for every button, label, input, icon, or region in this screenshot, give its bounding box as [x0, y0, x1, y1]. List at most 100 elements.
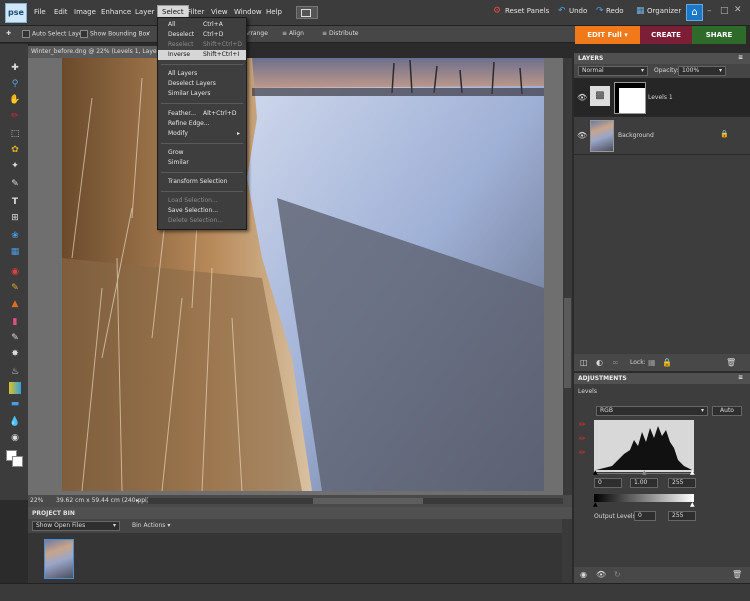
show-highlight-checkbox[interactable]: ✓ — [146, 30, 151, 37]
menu-file[interactable]: File — [34, 8, 46, 16]
blur-tool-icon[interactable]: 💧 — [9, 416, 21, 428]
show-files-select[interactable]: Show Open Files ▾ — [32, 521, 120, 531]
menu-item-feather[interactable]: Feather... Alt+Ctrl+D — [158, 109, 246, 119]
paint-bucket-tool-icon[interactable]: ♨ — [9, 366, 21, 378]
tab-create[interactable]: CREATE — [640, 26, 692, 44]
eyedropper-tool-icon[interactable]: ✏ — [9, 110, 21, 122]
bin-scrollbar[interactable] — [562, 519, 572, 583]
menu-item-all-layers[interactable]: All Layers — [158, 69, 246, 79]
new-layer-icon[interactable]: ◫ — [580, 358, 588, 367]
bounding-box-checkbox[interactable] — [80, 30, 88, 38]
menu-item-grow[interactable]: Grow — [158, 148, 246, 158]
clip-to-layer-icon[interactable]: ◉ — [580, 570, 587, 579]
zoom-level[interactable]: 22% — [30, 497, 43, 504]
lock-all-icon[interactable]: 🔒 — [662, 358, 672, 367]
lock-transparent-icon[interactable]: ▦ — [648, 358, 656, 367]
midtone-slider[interactable]: ▲ — [642, 469, 647, 476]
adjustment-layer-button-icon[interactable]: ◐ — [596, 358, 603, 367]
menu-item-modify[interactable]: Modify ▸ — [158, 129, 246, 139]
adjustments-panel-header[interactable]: ADJUSTMENTS ≡ — [574, 373, 750, 384]
bin-actions-button[interactable]: Bin Actions ▾ — [132, 522, 170, 529]
organizer-button[interactable]: Organizer — [647, 7, 681, 15]
hand-tool-icon[interactable]: ✋ — [9, 94, 21, 106]
document-image[interactable] — [62, 58, 544, 491]
trash-icon[interactable]: 🗑 — [726, 358, 736, 367]
layer-row-background[interactable]: 👁 Background 🔒 — [574, 116, 750, 155]
magic-wand-tool-icon[interactable]: ✦ — [9, 160, 21, 172]
layer-row-levels[interactable]: 👁 ▩ Levels 1 — [574, 78, 750, 117]
black-eyedropper-icon[interactable]: ✏ — [579, 420, 586, 429]
tab-share[interactable]: SHARE — [692, 26, 746, 44]
input-gamma-field[interactable]: 1.00 — [630, 478, 658, 488]
move-tool-icon[interactable]: ✚ — [9, 62, 21, 74]
output-black-field[interactable]: 0 — [634, 511, 656, 521]
white-eyedropper-icon[interactable]: ✏ — [579, 448, 586, 457]
eye-icon[interactable]: 👁 — [577, 131, 587, 140]
straighten-tool-icon[interactable]: ▦ — [9, 246, 21, 258]
h-scrollbar-thumb[interactable] — [313, 498, 423, 504]
panel-menu-icon[interactable]: ≡ — [738, 374, 743, 381]
input-white-field[interactable]: 255 — [668, 478, 696, 488]
type-tool-icon[interactable]: T — [9, 196, 21, 208]
menu-filter[interactable]: Filter — [187, 8, 204, 16]
menu-item-transform-selection[interactable]: Transform Selection — [158, 177, 246, 187]
output-white-slider[interactable]: ▲ — [690, 501, 695, 508]
menu-item-similar-layers[interactable]: Similar Layers — [158, 89, 246, 99]
input-black-field[interactable]: 0 — [594, 478, 622, 488]
smart-brush-tool-icon[interactable]: ✸ — [9, 348, 21, 360]
channel-select[interactable]: RGB ▾ — [596, 406, 708, 416]
output-black-slider[interactable]: ▲ — [593, 501, 598, 508]
lasso-tool-icon[interactable]: ✿ — [9, 144, 21, 156]
panel-menu-icon[interactable]: ≡ — [738, 54, 743, 61]
black-point-slider[interactable]: ▲ — [593, 469, 598, 476]
menu-item-inverse[interactable]: Inverse Shift+Ctrl+I — [158, 50, 246, 60]
menu-help[interactable]: Help — [266, 8, 282, 16]
shape-tool-icon[interactable]: ▬ — [9, 398, 21, 410]
home-button[interactable]: ⌂ — [686, 4, 703, 21]
visibility-icon[interactable]: 👁 — [596, 570, 606, 579]
menu-image[interactable]: Image — [74, 8, 96, 16]
layers-panel-header[interactable]: LAYERS ≡ — [574, 53, 750, 64]
sponge-tool-icon[interactable]: ◉ — [9, 432, 21, 444]
brush-tool-icon[interactable]: ✎ — [9, 332, 21, 344]
clone-stamp-tool-icon[interactable]: ▲ — [9, 298, 21, 310]
gray-eyedropper-icon[interactable]: ✏ — [579, 434, 586, 443]
eye-icon[interactable]: 👁 — [577, 93, 587, 102]
menu-item-deselect-layers[interactable]: Deselect Layers — [158, 79, 246, 89]
reset-panels-button[interactable]: Reset Panels — [505, 7, 549, 15]
menu-edit[interactable]: Edit — [54, 8, 68, 16]
output-white-field[interactable]: 255 — [668, 511, 696, 521]
vertical-scrollbar[interactable] — [563, 58, 572, 495]
cookie-cutter-tool-icon[interactable]: ❀ — [9, 230, 21, 242]
close-icon[interactable]: ✕ — [734, 5, 742, 15]
undo-button[interactable]: Undo — [569, 7, 587, 15]
menu-item-similar[interactable]: Similar — [158, 158, 246, 168]
scrollbar-thumb[interactable] — [564, 298, 571, 388]
trash-icon[interactable]: 🗑 — [732, 570, 742, 579]
layer-mask-thumbnail[interactable] — [614, 82, 646, 114]
blend-mode-select[interactable]: Normal ▾ — [578, 66, 648, 76]
menu-item-save-selection[interactable]: Save Selection... — [158, 206, 246, 216]
marquee-tool-icon[interactable]: ⬚ — [9, 128, 21, 140]
menu-item-refine-edge[interactable]: Refine Edge... — [158, 119, 246, 129]
gradient-tool-icon[interactable] — [9, 382, 21, 394]
white-point-slider[interactable]: ▲ — [690, 469, 695, 476]
tab-edit[interactable]: EDIT Full ▾ — [575, 26, 640, 44]
status-menu-arrow-icon[interactable]: ▸ — [136, 497, 139, 504]
menu-window[interactable]: Window — [234, 8, 262, 16]
show-bounding-box-option[interactable]: Show Bounding Box — [80, 30, 150, 38]
align-button[interactable]: ≡ Align — [282, 30, 304, 37]
menu-layer[interactable]: Layer — [135, 8, 155, 16]
horizontal-scrollbar[interactable] — [148, 498, 563, 504]
distribute-button[interactable]: ≡ Distribute — [322, 30, 359, 37]
minimize-icon[interactable]: – — [707, 6, 712, 16]
open-file-thumbnail[interactable] — [44, 539, 74, 579]
arrange-button[interactable]: Arrange — [244, 30, 268, 37]
menu-item-deselect[interactable]: Deselect Ctrl+D — [158, 30, 246, 40]
screen-layout-button[interactable] — [296, 6, 318, 19]
zoom-tool-icon[interactable]: ⚲ — [9, 78, 21, 90]
reset-icon[interactable]: ↻ — [614, 570, 621, 579]
auto-select-layer-option[interactable]: Auto Select Layer — [22, 30, 85, 38]
menu-enhance[interactable]: Enhance — [101, 8, 131, 16]
menu-view[interactable]: View — [211, 8, 228, 16]
